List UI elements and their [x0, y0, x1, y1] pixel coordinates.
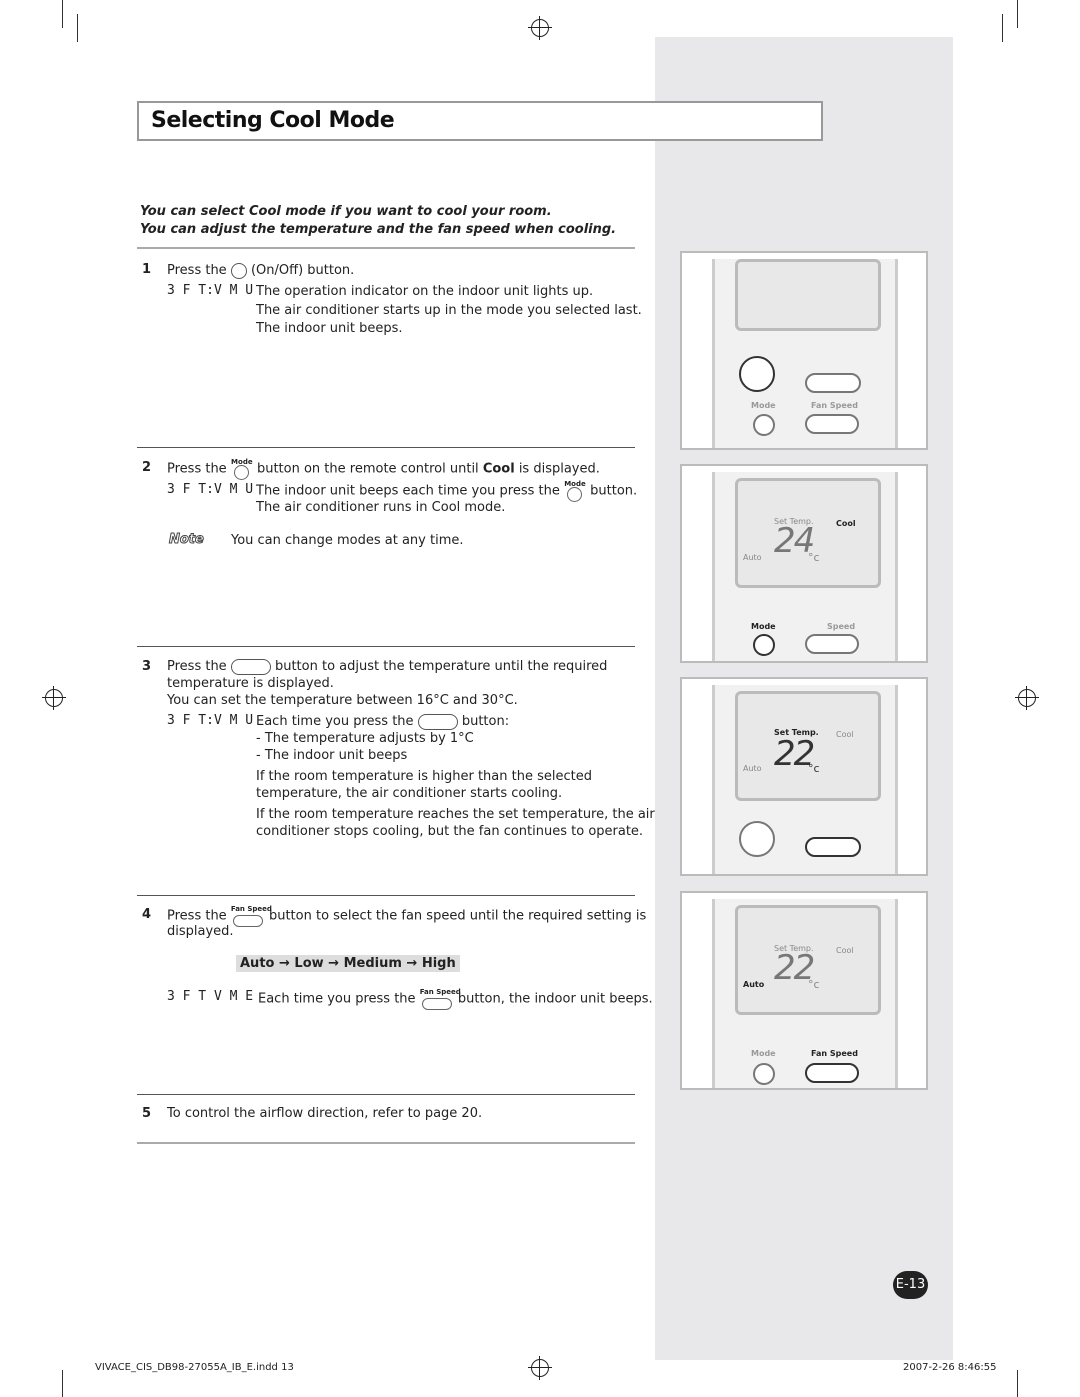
- divider: [137, 895, 635, 896]
- divider: [137, 447, 635, 448]
- footer-file: VIVACE_CIS_DB98-27055A_IB_E.indd 13: [95, 1362, 294, 1373]
- step-number: 2: [142, 460, 152, 475]
- crop-mark: [1002, 14, 1003, 42]
- fan-speed-button-icon: [805, 1063, 859, 1083]
- remote-illustration-temperature: Set Temp. Cool Auto 22 °c: [680, 677, 928, 876]
- fan-speed-sequence: Auto → Low → Medium → High: [236, 955, 460, 972]
- note-text: You can change modes at any time.: [231, 533, 464, 548]
- step-2-text: Press the Mode button on the remote cont…: [167, 458, 600, 480]
- step-1-text: Press the (On/Off) button.: [167, 262, 355, 279]
- step-number: 3: [142, 659, 152, 674]
- power-icon: [230, 262, 247, 279]
- registration-mark-icon: [42, 686, 66, 710]
- crop-mark: [1017, 0, 1018, 28]
- divider: [137, 1094, 635, 1095]
- step-number: 5: [142, 1106, 152, 1121]
- power-button-icon: [739, 356, 775, 392]
- ref-label: 3 F T:V M U: [167, 283, 254, 298]
- intro-line: You can adjust the temperature and the f…: [140, 222, 617, 237]
- temperature-button-icon: [417, 713, 458, 730]
- mode-button-icon: [753, 634, 775, 656]
- fan-speed-button-icon: Fan Speed: [420, 988, 461, 1010]
- temperature-button-icon: [805, 837, 861, 857]
- step-3-text: temperature is displayed.: [167, 676, 334, 691]
- intro-line: You can select Cool mode if you want to …: [140, 204, 552, 219]
- step-5-text: To control the airflow direction, refer …: [167, 1106, 483, 1121]
- mode-button-icon: Mode: [231, 458, 253, 480]
- crop-mark: [1017, 1370, 1018, 1397]
- page-title: Selecting Cool Mode: [151, 108, 395, 133]
- registration-mark-icon: [528, 16, 552, 40]
- fan-speed-button-icon: [805, 634, 859, 654]
- step-4-result: Each time you press the Fan Speed button…: [258, 988, 653, 1010]
- step-1-result: The operation indicator on the indoor un…: [256, 284, 642, 336]
- step-3-bullets: - The temperature adjusts by 1°C - The in…: [256, 731, 474, 763]
- registration-mark-icon: [528, 1356, 552, 1380]
- note-label: Note: [169, 532, 205, 548]
- footer-date: 2007-2-26 8:46:55: [903, 1362, 997, 1373]
- step-number: 4: [142, 907, 152, 922]
- power-button-icon: [739, 821, 775, 857]
- step-4-text: Press the Fan Speed button to select the…: [167, 905, 646, 927]
- step-3-paragraph: If the room temperature is higher than t…: [256, 769, 592, 801]
- divider: [137, 646, 635, 647]
- crop-mark: [77, 14, 78, 42]
- step-3-text: Press the button to adjust the temperatu…: [167, 658, 608, 675]
- fan-speed-button-icon: Fan Speed: [231, 905, 272, 927]
- page-number: E-13: [893, 1271, 928, 1299]
- ref-label: 3 F T:V M U: [167, 713, 254, 728]
- step-3-text: You can set the temperature between 16°C…: [167, 693, 518, 708]
- mode-button-icon: [753, 414, 775, 436]
- crop-mark: [62, 1370, 63, 1397]
- step-2-result: The air conditioner runs in Cool mode.: [256, 500, 506, 515]
- step-4-text: displayed.: [167, 924, 234, 939]
- divider: [137, 1142, 635, 1144]
- divider: [137, 247, 635, 249]
- mode-button-icon: [753, 1063, 775, 1085]
- mode-button-icon: Mode: [564, 480, 586, 502]
- ref-label: 3 F T V M E: [167, 989, 254, 1004]
- remote-illustration-mode: Set Temp. Cool Auto 24 °c Mode Speed: [680, 464, 928, 663]
- remote-illustration-fan-speed: Set Temp. Cool Auto 22 °c Mode Fan Speed: [680, 891, 928, 1090]
- intro: You can select Cool mode if you want to …: [140, 203, 616, 239]
- step-3-paragraph: If the room temperature reaches the set …: [256, 807, 655, 839]
- fan-speed-button-icon: [805, 414, 859, 434]
- registration-mark-icon: [1015, 686, 1039, 710]
- step-3-result: Each time you press the button:: [256, 713, 510, 730]
- step-number: 1: [142, 262, 152, 277]
- crop-mark: [62, 0, 63, 28]
- temperature-button-icon: [230, 658, 271, 675]
- section-title-box: Selecting Cool Mode: [137, 101, 823, 141]
- ref-label: 3 F T:V M U: [167, 482, 254, 497]
- remote-illustration-power: Mode Fan Speed: [680, 251, 928, 450]
- temperature-button-icon: [805, 373, 861, 393]
